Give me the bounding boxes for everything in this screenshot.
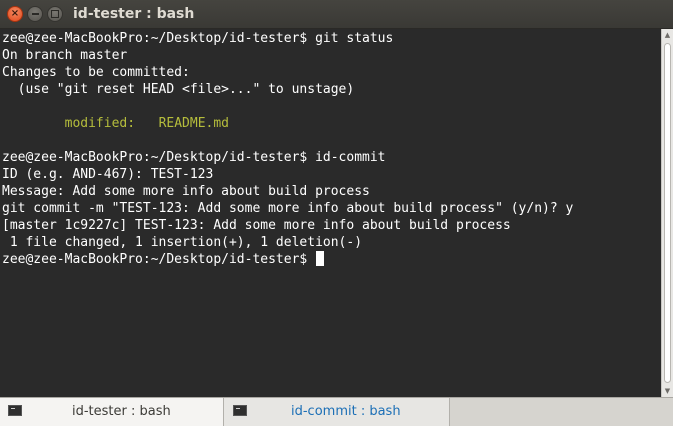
- terminal-icon: [8, 405, 22, 416]
- text-cursor: [316, 251, 325, 266]
- tab-bar: id-tester : bash id-commit : bash: [0, 397, 673, 426]
- minimize-icon[interactable]: [27, 6, 43, 22]
- terminal-line: zee@zee-MacBookPro:~/Desktop/id-tester$ …: [2, 31, 394, 46]
- terminal-line: 1 file changed, 1 insertion(+), 1 deleti…: [2, 235, 363, 250]
- terminal-window: × id-tester : bash zee@zee-MacBookPro:~/…: [0, 0, 673, 426]
- tab-id-commit[interactable]: id-commit : bash: [224, 398, 450, 426]
- terminal-prompt: zee@zee-MacBookPro:~/Desktop/id-tester$: [2, 252, 316, 267]
- close-icon[interactable]: ×: [7, 6, 23, 22]
- terminal-prompt-line: zee@zee-MacBookPro:~/Desktop/id-tester$: [2, 251, 325, 268]
- maximize-box: [51, 10, 59, 18]
- terminal-line: zee@zee-MacBookPro:~/Desktop/id-tester$ …: [2, 150, 386, 165]
- scroll-up-icon[interactable]: ▲: [662, 29, 673, 41]
- maximize-icon[interactable]: [47, 6, 63, 22]
- minimize-bar: [31, 13, 39, 15]
- vertical-scrollbar[interactable]: ▲ ▼: [661, 29, 673, 397]
- scrollbar-thumb[interactable]: [664, 43, 671, 383]
- terminal-line: [master 1c9227c] TEST-123: Add some more…: [2, 218, 511, 233]
- terminal-output[interactable]: zee@zee-MacBookPro:~/Desktop/id-tester$ …: [0, 29, 661, 397]
- tab-id-tester[interactable]: id-tester : bash: [0, 398, 224, 426]
- terminal-line: git commit -m "TEST-123: Add some more i…: [2, 201, 574, 216]
- modified-indent: [2, 116, 65, 131]
- modified-label: modified:: [64, 116, 136, 131]
- title-bar[interactable]: × id-tester : bash: [0, 0, 673, 29]
- terminal-icon: [233, 405, 247, 416]
- scroll-down-icon[interactable]: ▼: [662, 385, 673, 397]
- modified-file: README.md: [158, 116, 230, 131]
- close-glyph: ×: [10, 8, 20, 19]
- terminal-line: ID (e.g. AND-467): TEST-123: [2, 167, 214, 182]
- terminal-line: Changes to be committed:: [2, 65, 190, 80]
- terminal-line: On branch master: [2, 48, 128, 63]
- modified-gap: [135, 116, 158, 131]
- terminal-line: (use "git reset HEAD <file>..." to unsta…: [2, 82, 355, 97]
- terminal-line-modified: modified: README.md: [2, 115, 229, 132]
- tab-label: id-tester : bash: [72, 404, 171, 419]
- tab-label: id-commit : bash: [291, 404, 401, 419]
- window-title: id-tester : bash: [73, 6, 195, 22]
- terminal-line: Message: Add some more info about build …: [2, 184, 370, 199]
